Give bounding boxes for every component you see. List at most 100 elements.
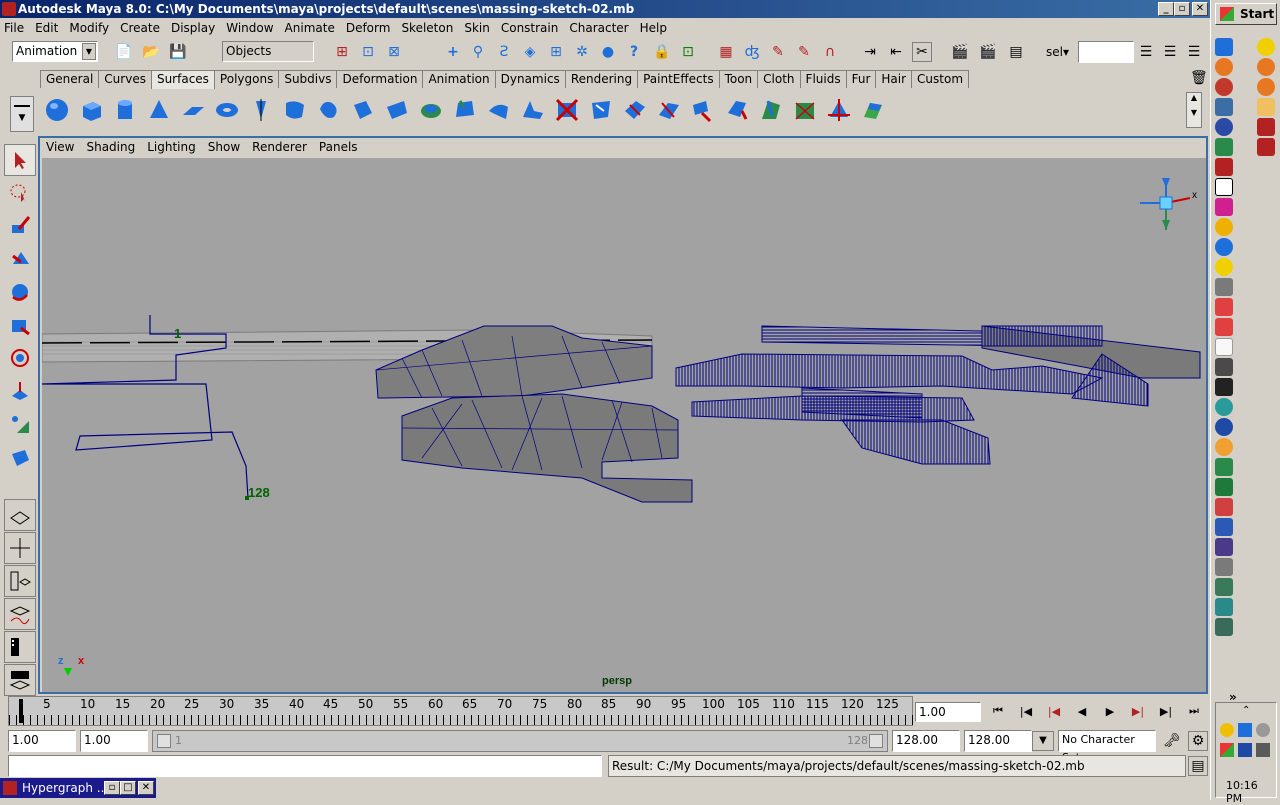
input-ops-icon[interactable]: ⇥	[860, 42, 880, 62]
menu-constrain[interactable]: Constrain	[501, 21, 559, 35]
tab-toon[interactable]: Toon	[718, 70, 759, 88]
open-scene-icon[interactable]: 📂	[141, 42, 161, 62]
menu-set-select[interactable]: Animation ▼	[12, 41, 98, 62]
planar-icon[interactable]	[312, 92, 345, 128]
app-icon[interactable]	[1215, 558, 1233, 576]
trash-icon[interactable]: 🗑	[1190, 70, 1208, 86]
app-icon[interactable]	[1215, 98, 1233, 116]
animation-preferences-icon[interactable]: ⚙	[1188, 731, 1208, 751]
menu-create[interactable]: Create	[120, 21, 160, 35]
playback-start-field[interactable]: 1.00	[80, 730, 148, 752]
premiere-icon[interactable]	[1215, 538, 1233, 556]
tray-icon[interactable]	[1238, 723, 1252, 737]
make-live-icon[interactable]: ∩	[820, 42, 840, 62]
soft-mod-tool-icon[interactable]	[4, 375, 36, 407]
surfaces-icon[interactable]: ◈	[520, 42, 540, 62]
menu-animate[interactable]: Animate	[285, 21, 335, 35]
panel-menu-show[interactable]: Show	[208, 140, 240, 154]
nurbs-sphere-icon[interactable]	[40, 92, 73, 128]
maya-icon[interactable]	[1215, 158, 1233, 176]
clock[interactable]: 10:16 PM	[1226, 779, 1276, 805]
panel-menu-shading[interactable]: Shading	[86, 140, 135, 154]
start-button[interactable]: Start	[1215, 3, 1277, 25]
bevel-plus-icon[interactable]	[516, 92, 549, 128]
firefox-icon[interactable]	[1215, 58, 1233, 76]
tab-fur[interactable]: Fur	[845, 70, 877, 88]
menu-skin[interactable]: Skin	[464, 21, 490, 35]
hypergraph-maximize-button[interactable]: □	[120, 781, 136, 795]
intersect-icon[interactable]	[618, 92, 651, 128]
rendering-icon[interactable]: ●	[598, 42, 618, 62]
tab-general[interactable]: General	[40, 70, 100, 88]
boundary-icon[interactable]	[448, 92, 481, 128]
four-view-layout-icon[interactable]	[4, 532, 36, 564]
revolve-icon[interactable]	[244, 92, 277, 128]
paint-select-tool-icon[interactable]	[4, 210, 36, 242]
time-slider[interactable]: 5 10 15 20 25 30 35 40 45 50 55 60 65 70…	[8, 696, 914, 726]
fillet-icon[interactable]	[856, 92, 889, 128]
script-editor-icon[interactable]: ▤	[1188, 756, 1208, 776]
panel-menu-panels[interactable]: Panels	[319, 140, 358, 154]
rebuild-icon[interactable]	[720, 92, 753, 128]
view-axis-manipulator[interactable]: x	[1140, 178, 1197, 230]
playback-end-field[interactable]: 128.00	[892, 730, 960, 752]
select-hierarchy-icon[interactable]: ⊞	[332, 42, 352, 62]
app-icon[interactable]	[1215, 598, 1233, 616]
project-curve-icon[interactable]	[652, 92, 685, 128]
ipr-render-icon[interactable]: 🎬	[978, 42, 998, 62]
select-tool-icon[interactable]	[4, 144, 36, 176]
extrude-icon[interactable]	[346, 92, 379, 128]
menu-help[interactable]: Help	[640, 21, 667, 35]
joints-icon[interactable]: ⚲	[468, 42, 488, 62]
construction-history-icon[interactable]: ✂	[912, 42, 932, 62]
shelf-scrollbar[interactable]: ▲ ▼	[1186, 92, 1202, 128]
panel-menu-view[interactable]: View	[46, 140, 74, 154]
app-icon[interactable]	[1215, 458, 1233, 476]
viewport-3d[interactable]: 1 128 x z x persp	[42, 158, 1206, 692]
hypergraph-layout-icon[interactable]	[4, 664, 36, 696]
current-time-field[interactable]: 1.00	[915, 702, 981, 722]
menu-skeleton[interactable]: Skeleton	[401, 21, 453, 35]
align-icon[interactable]	[788, 92, 821, 128]
detach-icon[interactable]	[686, 92, 719, 128]
pdf-icon[interactable]	[1215, 318, 1233, 336]
menu-display[interactable]: Display	[171, 21, 215, 35]
select-component-icon[interactable]: ⊠	[384, 42, 404, 62]
tab-dynamics[interactable]: Dynamics	[494, 70, 566, 88]
tab-subdivs[interactable]: Subdivs	[278, 70, 338, 88]
hypershade-layout-icon[interactable]	[4, 631, 36, 663]
step-forward-key-icon[interactable]: ▶|	[1126, 700, 1150, 722]
nurbs-plane-icon[interactable]	[176, 92, 209, 128]
excel-icon[interactable]	[1215, 478, 1233, 496]
dynamics-icon[interactable]: ✲	[572, 42, 592, 62]
globe-icon[interactable]	[1215, 418, 1233, 436]
app-icon[interactable]	[1215, 378, 1233, 396]
bevel-icon[interactable]	[414, 92, 447, 128]
tab-hair[interactable]: Hair	[875, 70, 913, 88]
app-icon[interactable]	[1215, 218, 1233, 236]
menu-file[interactable]: File	[4, 21, 24, 35]
handles-icon[interactable]: +	[443, 42, 463, 62]
app-icon[interactable]	[1215, 338, 1233, 356]
maximize-button[interactable]: ▫	[1174, 2, 1190, 16]
app-icon[interactable]	[1215, 358, 1233, 376]
menu-window[interactable]: Window	[226, 21, 273, 35]
app-icon[interactable]	[1215, 618, 1233, 636]
menu-deform[interactable]: Deform	[346, 21, 391, 35]
deformations-icon[interactable]: ⊞	[546, 42, 566, 62]
play-backwards-icon[interactable]: ◀	[1070, 700, 1094, 722]
tray-icon[interactable]	[1256, 723, 1270, 737]
attach-icon[interactable]	[754, 92, 787, 128]
smiley-icon[interactable]	[1215, 258, 1233, 276]
loft-icon[interactable]	[278, 92, 311, 128]
outliner-layout-icon[interactable]	[4, 565, 36, 597]
range-slider-track[interactable]: 1 128	[152, 730, 888, 752]
snap-grid-icon[interactable]: ▦	[716, 42, 736, 62]
key-icon[interactable]: 🗝	[1162, 731, 1182, 751]
tool-settings-icon[interactable]: ☰	[1184, 42, 1204, 62]
render-current-icon[interactable]: 🎬	[950, 42, 970, 62]
range-start-handle[interactable]	[157, 734, 171, 748]
word-icon[interactable]	[1215, 518, 1233, 536]
chevron-down-icon[interactable]: ▼	[1032, 731, 1054, 751]
app-icon[interactable]	[1215, 78, 1233, 96]
